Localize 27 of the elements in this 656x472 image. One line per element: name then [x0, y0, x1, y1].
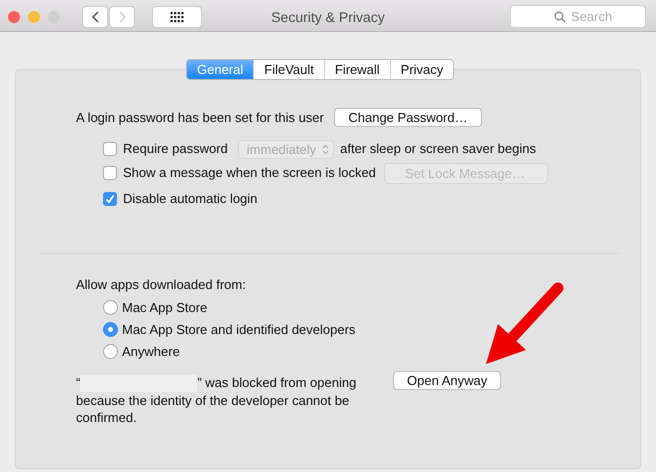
checkbox-label[interactable]: Show a message when the screen is locked [123, 163, 376, 183]
checkbox[interactable] [103, 142, 117, 156]
window-control[interactable] [8, 10, 20, 22]
window-title: Security & Privacy [271, 8, 385, 27]
chevron-icon [90, 10, 100, 22]
open-anyway-button[interactable]: Open Anyway [393, 371, 502, 390]
back-button[interactable] [82, 6, 108, 28]
grid-icon [170, 10, 184, 22]
option-text: after sleep or screen saver begins [340, 140, 536, 158]
checkbox[interactable] [103, 192, 117, 206]
blocked-message: “ ” was blocked from opening because the identity of the developer cannot be confirmed. [76, 374, 358, 426]
checkbox[interactable] [103, 166, 117, 180]
tab[interactable]: Privacy [390, 60, 454, 79]
search-icon [554, 11, 566, 23]
stepper-icon [322, 144, 330, 154]
checkbox-label[interactable]: Disable automatic login [123, 189, 258, 209]
login-status-text: A login password has been set for this user [76, 109, 324, 127]
grid-view-button[interactable] [152, 6, 202, 28]
radio-label[interactable]: Mac App Store [122, 298, 208, 318]
allow-apps-label: Allow apps downloaded from: [76, 276, 246, 294]
chevron-icon [118, 10, 126, 22]
radio-label[interactable]: Mac App Store and identified developers [122, 320, 356, 340]
radio-label[interactable]: Anywhere [122, 342, 180, 362]
search-field[interactable]: Search [510, 5, 646, 28]
checkbox-label[interactable]: Require password [123, 139, 228, 159]
change-password-button[interactable]: Change Password… [334, 108, 482, 128]
window-control[interactable] [28, 10, 40, 22]
